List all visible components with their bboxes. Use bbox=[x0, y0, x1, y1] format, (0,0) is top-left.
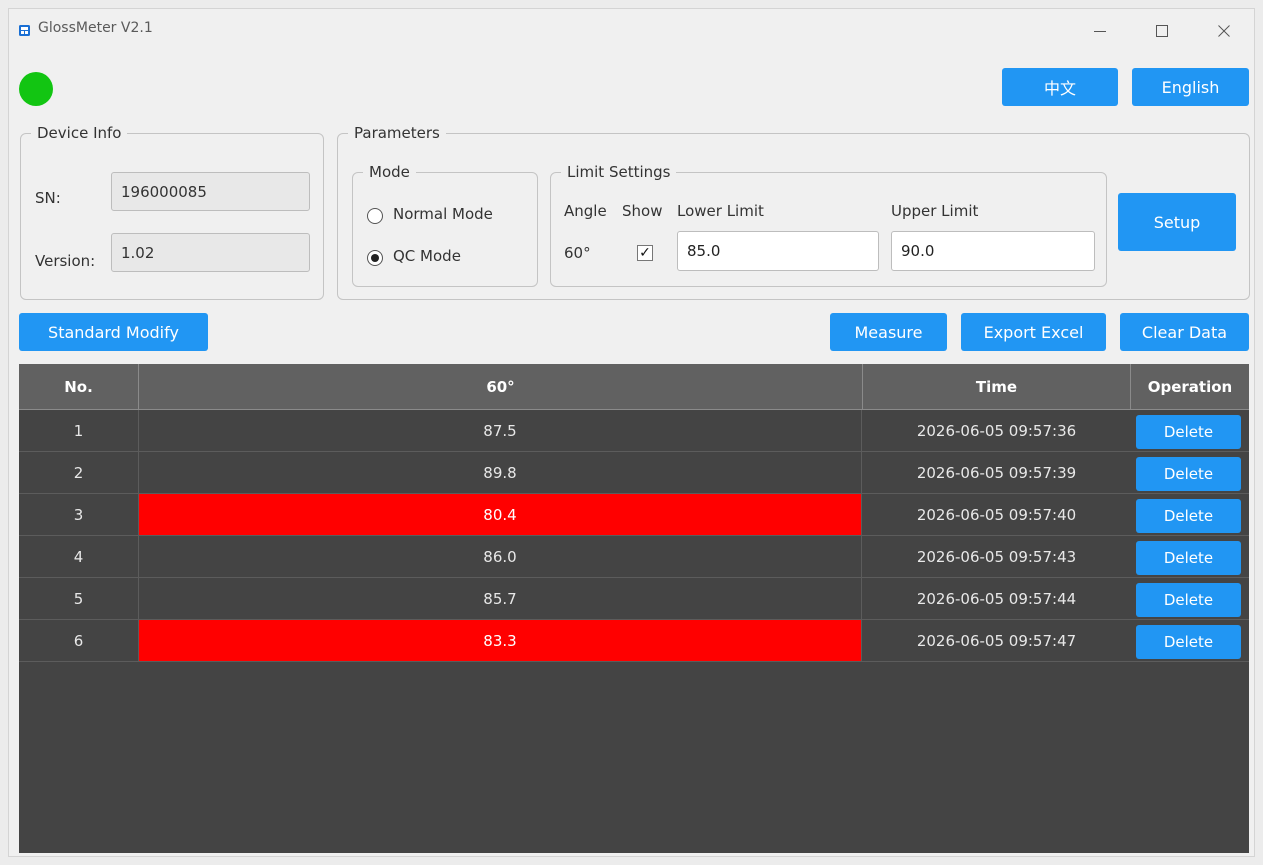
limit-settings-title: Limit Settings bbox=[561, 161, 677, 183]
qc-mode-radio-indicator bbox=[367, 250, 383, 266]
standard-modify-button[interactable]: Standard Modify bbox=[19, 313, 208, 351]
maximize-button[interactable] bbox=[1139, 15, 1185, 47]
device-info-group: Device Info SN: 196000085 Version: 1.02 bbox=[20, 122, 324, 300]
header-time: Time bbox=[863, 364, 1131, 409]
qc-mode-radio[interactable]: QC Mode bbox=[367, 246, 527, 270]
row-number-cell: 2 bbox=[73, 463, 84, 482]
maximize-icon bbox=[1156, 25, 1168, 37]
qc-mode-label: QC Mode bbox=[393, 247, 461, 265]
upper-limit-column-label: Upper Limit bbox=[891, 202, 979, 220]
measure-button[interactable]: Measure bbox=[830, 313, 947, 351]
sn-label: SN: bbox=[35, 189, 61, 207]
time-cell: 2026-06-05 09:57:43 bbox=[916, 547, 1077, 566]
gloss-value-cell: 83.3 bbox=[138, 620, 862, 661]
header-operation: Operation bbox=[1147, 377, 1233, 396]
mode-title: Mode bbox=[363, 161, 416, 183]
upper-limit-input[interactable]: 90.0 bbox=[891, 231, 1095, 271]
row-number-cell: 6 bbox=[73, 631, 84, 650]
measurement-table: No. 60° Time Operation 1 87.5 2026-06-05 0… bbox=[19, 364, 1249, 853]
gloss-value-cell: 87.5 bbox=[138, 410, 862, 451]
angle-value: 60° bbox=[564, 244, 591, 262]
close-icon bbox=[1218, 25, 1230, 37]
show-column-label: Show bbox=[622, 202, 663, 220]
window-title: GlossMeter V2.1 bbox=[38, 20, 153, 36]
delete-row-button[interactable]: Delete bbox=[1136, 541, 1241, 575]
normal-mode-radio[interactable]: Normal Mode bbox=[367, 204, 527, 228]
gloss-value-cell: 86.0 bbox=[138, 536, 862, 577]
minimize-button[interactable] bbox=[1077, 15, 1123, 47]
delete-row-button[interactable]: Delete bbox=[1136, 625, 1241, 659]
table-row: 1 87.5 2026-06-05 09:57:36 Delete bbox=[19, 410, 1249, 452]
normal-mode-radio-indicator bbox=[367, 208, 383, 224]
delete-row-button[interactable]: Delete bbox=[1136, 457, 1241, 491]
row-number-cell: 5 bbox=[73, 589, 84, 608]
gloss-value-cell: 80.4 bbox=[138, 494, 862, 535]
table-row: 2 89.8 2026-06-05 09:57:39 Delete bbox=[19, 452, 1249, 494]
clear-data-button[interactable]: Clear Data bbox=[1120, 313, 1249, 351]
row-number-cell: 4 bbox=[73, 547, 84, 566]
header-60-degree: 60° bbox=[139, 364, 863, 409]
mode-group: Mode Normal Mode QC Mode bbox=[352, 161, 538, 287]
table-row: 3 80.4 2026-06-05 09:57:40 Delete bbox=[19, 494, 1249, 536]
table-row: 4 86.0 2026-06-05 09:57:43 Delete bbox=[19, 536, 1249, 578]
time-cell: 2026-06-05 09:57:44 bbox=[916, 589, 1077, 608]
row-number-cell: 1 bbox=[73, 421, 84, 440]
time-cell: 2026-06-05 09:57:47 bbox=[916, 631, 1077, 650]
export-excel-button[interactable]: Export Excel bbox=[961, 313, 1106, 351]
minimize-icon bbox=[1094, 31, 1106, 32]
device-info-title: Device Info bbox=[31, 122, 128, 144]
parameters-group: Parameters Mode Normal Mode QC Mode Limi… bbox=[337, 122, 1250, 300]
delete-row-button[interactable]: Delete bbox=[1136, 583, 1241, 617]
connection-status-indicator bbox=[19, 72, 53, 106]
time-cell: 2026-06-05 09:57:36 bbox=[916, 421, 1077, 440]
lower-limit-input[interactable]: 85.0 bbox=[677, 231, 879, 271]
limit-settings-group: Limit Settings Angle Show Lower Limit Up… bbox=[550, 161, 1107, 287]
normal-mode-label: Normal Mode bbox=[393, 205, 493, 223]
sn-field: 196000085 bbox=[111, 172, 310, 211]
gloss-value-cell: 89.8 bbox=[138, 452, 862, 493]
setup-button[interactable]: Setup bbox=[1118, 193, 1236, 251]
parameters-title: Parameters bbox=[348, 122, 446, 144]
angle-column-label: Angle bbox=[564, 202, 607, 220]
table-header: No. 60° Time Operation bbox=[19, 364, 1249, 410]
version-label: Version: bbox=[35, 252, 96, 270]
close-button[interactable] bbox=[1201, 15, 1247, 47]
version-field: 1.02 bbox=[111, 233, 310, 272]
show-checkbox[interactable]: ✓ bbox=[637, 245, 653, 261]
app-logo-icon bbox=[19, 25, 30, 36]
time-cell: 2026-06-05 09:57:40 bbox=[916, 505, 1077, 524]
row-number-cell: 3 bbox=[73, 505, 84, 524]
chinese-language-button[interactable]: 中文 bbox=[1002, 68, 1118, 106]
lower-limit-column-label: Lower Limit bbox=[677, 202, 764, 220]
title-bar: GlossMeter V2.1 bbox=[9, 9, 1254, 53]
app-window: GlossMeter V2.1 中文 English Device Info S… bbox=[8, 8, 1255, 857]
delete-row-button[interactable]: Delete bbox=[1136, 415, 1241, 449]
time-cell: 2026-06-05 09:57:39 bbox=[916, 463, 1077, 482]
table-row: 5 85.7 2026-06-05 09:57:44 Delete bbox=[19, 578, 1249, 620]
table-row: 6 83.3 2026-06-05 09:57:47 Delete bbox=[19, 620, 1249, 662]
header-no: No. bbox=[19, 364, 139, 409]
delete-row-button[interactable]: Delete bbox=[1136, 499, 1241, 533]
gloss-value-cell: 85.7 bbox=[138, 578, 862, 619]
english-language-button[interactable]: English bbox=[1132, 68, 1249, 106]
